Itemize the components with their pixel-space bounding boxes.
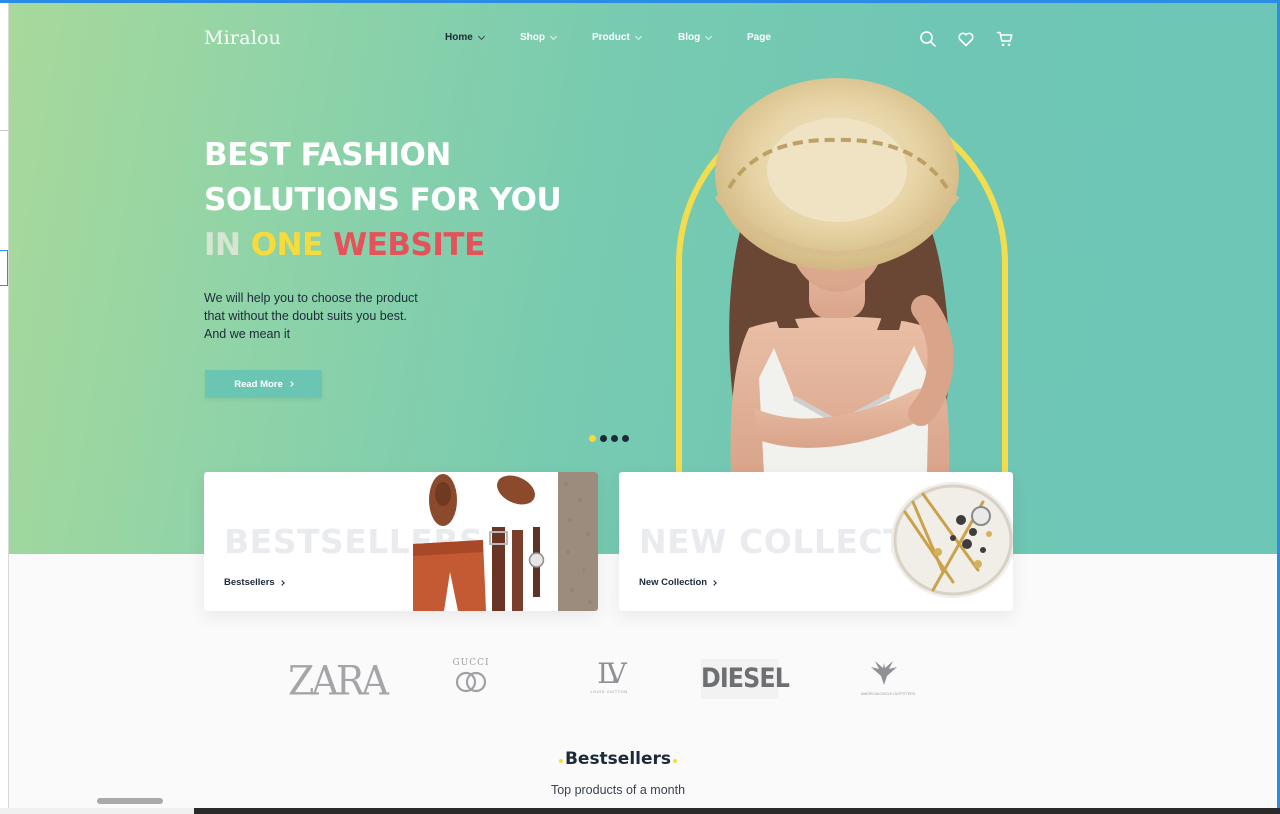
new-collection-card[interactable]: NEW COLLECTION New Collection xyxy=(619,472,1013,611)
gucci-logo[interactable]: GUCCI xyxy=(449,658,493,697)
nav-item-product[interactable]: Product xyxy=(592,32,642,43)
nav-item-label: Shop xyxy=(520,32,545,43)
landing-page: Miralou Home Shop Product Blog Page BEST… xyxy=(9,3,1277,808)
nav-item-home[interactable]: Home xyxy=(445,32,485,43)
new-collection-jewelry-image xyxy=(891,482,1013,598)
lv-caption: LOUIS VUITTON xyxy=(590,689,628,694)
search-icon[interactable] xyxy=(919,30,937,48)
subtext-line-1: We will help you to choose the product xyxy=(204,291,418,305)
heart-icon[interactable] xyxy=(957,30,975,48)
nav-item-label: Page xyxy=(747,32,771,43)
slider-dot-4[interactable] xyxy=(622,435,629,442)
eagle-icon xyxy=(871,661,897,685)
bestsellers-section-title: Bestsellers xyxy=(9,749,1227,769)
slider-dot-3[interactable] xyxy=(611,435,618,442)
header-actions xyxy=(919,30,1019,50)
slider-pagination xyxy=(589,435,629,442)
bestsellers-link[interactable]: Bestsellers xyxy=(224,577,285,588)
card-link-label: Bestsellers xyxy=(224,577,275,588)
new-collection-link[interactable]: New Collection xyxy=(639,577,717,588)
bestsellers-products-image xyxy=(413,472,598,611)
read-more-label: Read More xyxy=(234,378,283,390)
nav-item-page[interactable]: Page xyxy=(747,32,771,43)
section-title-text: Bestsellers xyxy=(558,749,678,769)
chevron-down-icon xyxy=(634,32,642,40)
nav-item-shop[interactable]: Shop xyxy=(520,32,558,43)
subtext-line-3: And we mean it xyxy=(204,327,291,341)
bottom-strip-light xyxy=(0,808,194,814)
chevron-down-icon xyxy=(705,32,713,40)
diesel-logo[interactable]: DIESEL xyxy=(701,659,790,699)
read-more-button[interactable]: Read More xyxy=(205,370,322,398)
headline-line-3: IN ONE WEBSITE xyxy=(204,223,561,268)
chevron-down-icon xyxy=(549,32,558,40)
zara-logo[interactable]: ZARA xyxy=(288,658,389,704)
louis-vuitton-logo[interactable]: LV LOUIS VUITTON xyxy=(589,657,629,695)
horizontal-scrollbar-thumb[interactable] xyxy=(97,798,163,804)
subtext-line-2: that without the doubt suits you best. xyxy=(204,309,407,323)
chevron-down-icon xyxy=(477,32,485,40)
brand-logos-row: ZARA GUCCI LV LOUIS VUITTON DIESEL AMERI… xyxy=(9,651,1277,711)
gucci-wordmark: GUCCI xyxy=(452,658,490,668)
lv-monogram: LV xyxy=(597,657,627,690)
bestsellers-section-subtitle: Top products of a month xyxy=(550,783,686,797)
card-link-label: New Collection xyxy=(639,577,708,588)
brand-logo[interactable]: Miralou xyxy=(204,27,281,49)
cart-icon[interactable] xyxy=(996,30,1014,48)
headline-line-1: BEST FASHION xyxy=(204,137,451,173)
side-selection-marker xyxy=(0,250,8,286)
slider-dot-2[interactable] xyxy=(600,435,607,442)
headline-word-website: WEBSITE xyxy=(333,227,485,263)
bottom-taskbar-strip xyxy=(194,808,1280,814)
nav-item-label: Home xyxy=(445,32,473,43)
nav-item-blog[interactable]: Blog xyxy=(678,32,713,43)
slider-dot-1[interactable] xyxy=(589,435,596,442)
headline-word-one: ONE xyxy=(250,227,323,263)
hero-subtext: We will help you to choose the product t… xyxy=(204,289,464,343)
american-eagle-caption: AMERICAN EAGLE OUTFITTERS xyxy=(861,692,916,696)
headline-line-2: SOLUTIONS FOR YOU xyxy=(204,182,562,218)
chevron-right-icon xyxy=(711,579,717,586)
bestsellers-card[interactable]: BESTSELLERS Bestsellers xyxy=(204,472,598,611)
american-eagle-logo[interactable]: AMERICAN EAGLE OUTFITTERS xyxy=(861,659,916,697)
nav-item-label: Product xyxy=(592,32,630,43)
hero-headline: BEST FASHION SOLUTIONS FOR YOU IN ONE WE… xyxy=(204,133,562,268)
headline-word-in: IN xyxy=(204,227,241,263)
chevron-right-icon xyxy=(278,579,285,586)
chevron-right-icon xyxy=(287,381,294,387)
gucci-gg-icon xyxy=(455,671,487,693)
nav-item-label: Blog xyxy=(678,32,701,43)
side-ruler-tick xyxy=(0,130,8,131)
